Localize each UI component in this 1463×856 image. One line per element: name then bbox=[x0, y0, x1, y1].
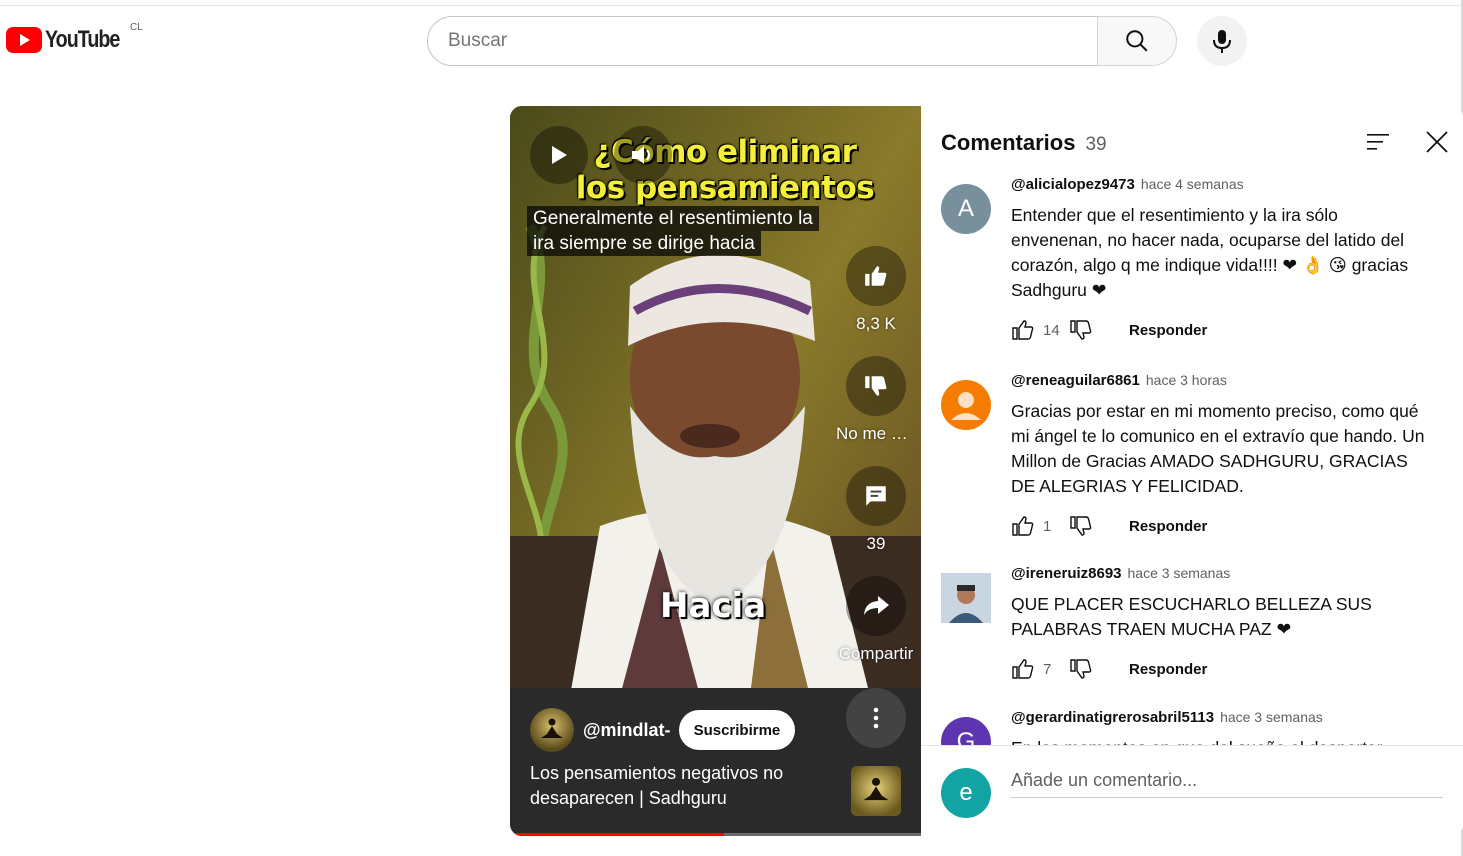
comment-icon bbox=[866, 486, 886, 506]
caption-line-1: Generalmente el resentimiento la bbox=[527, 206, 819, 231]
comment-like-count: 1 bbox=[1043, 517, 1052, 535]
comment-text: Entender que el resentimiento y la ira s… bbox=[1011, 205, 1409, 300]
avatar-letter: G bbox=[956, 728, 976, 746]
more-options-button[interactable] bbox=[846, 688, 906, 748]
search-button[interactable] bbox=[1097, 16, 1177, 66]
comment-count: 39 bbox=[866, 534, 886, 553]
comment-time[interactable]: hace 3 horas bbox=[1146, 372, 1227, 388]
video-title-line-2: desaparecen | Sadhguru bbox=[530, 788, 727, 808]
thumbs-down-outline-icon[interactable] bbox=[1069, 657, 1093, 681]
thumbs-up-outline-icon[interactable] bbox=[1011, 657, 1035, 681]
captions: Generalmente el resentimiento la ira sie… bbox=[527, 206, 847, 256]
like-count: 8,3 K bbox=[856, 314, 896, 333]
commenter-avatar[interactable]: G bbox=[941, 717, 991, 746]
close-icon bbox=[1426, 131, 1448, 153]
default-user-icon bbox=[951, 392, 981, 420]
comment-text: Gracias por estar en mi momento preciso,… bbox=[1011, 401, 1425, 496]
share-arrow-icon bbox=[864, 596, 889, 615]
video-title[interactable]: Los pensamientos negativos no desaparece… bbox=[530, 761, 820, 811]
youtube-play-logo-icon bbox=[6, 27, 42, 53]
volume-button[interactable] bbox=[614, 126, 672, 184]
comment-author[interactable]: @gerardinatigrerosabril5113 bbox=[1011, 709, 1214, 726]
comments-title: Comentarios bbox=[941, 130, 1076, 155]
share-label: Compartir bbox=[838, 644, 914, 663]
country-code: CL bbox=[130, 22, 143, 33]
meditation-figure-icon bbox=[863, 777, 889, 801]
youtube-logo[interactable]: YouTube CL bbox=[6, 22, 143, 54]
comment-like-count: 7 bbox=[1043, 660, 1052, 678]
progress-bar[interactable] bbox=[510, 833, 921, 836]
channel-handle[interactable]: @mindlat- bbox=[583, 720, 671, 741]
like-action: 8,3 K bbox=[836, 246, 916, 334]
meditation-figure-icon bbox=[541, 718, 563, 738]
play-icon bbox=[552, 146, 567, 164]
share-action: Compartir bbox=[836, 576, 916, 664]
reply-button[interactable]: Responder bbox=[1129, 518, 1207, 535]
sort-button[interactable] bbox=[1365, 130, 1391, 159]
commenter-avatar[interactable] bbox=[941, 573, 991, 623]
thumbs-up-outline-icon[interactable] bbox=[1011, 318, 1035, 342]
comment-like-count: 14 bbox=[1043, 321, 1060, 339]
video-text-overlay: Hacia bbox=[660, 586, 767, 626]
avatar-letter: A bbox=[957, 195, 974, 222]
microphone-icon bbox=[1213, 30, 1231, 53]
search-bar: Buscar bbox=[427, 16, 1177, 66]
reply-button[interactable]: Responder bbox=[1129, 661, 1207, 678]
comment-author[interactable]: @alicialopez9473 bbox=[1011, 176, 1135, 193]
comments-button[interactable] bbox=[846, 466, 906, 526]
comment-author[interactable]: @ireneruiz8693 bbox=[1011, 565, 1122, 582]
thumbs-down-icon bbox=[865, 376, 887, 396]
thumbs-down-outline-icon[interactable] bbox=[1069, 318, 1093, 342]
comments-header: Comentarios 39 bbox=[941, 130, 1107, 156]
channel-row: @mindlat- Suscribirme bbox=[530, 708, 796, 752]
shorts-video-player[interactable]: ¿Cómo eliminar los pensamientos Generalm… bbox=[510, 106, 921, 836]
dislike-button[interactable] bbox=[846, 356, 906, 416]
dislike-action: No me gusta bbox=[836, 356, 916, 444]
comment-time[interactable]: hace 3 semanas bbox=[1128, 565, 1231, 581]
caption-line-2: ira siempre se dirige hacia bbox=[527, 231, 761, 256]
search-input[interactable]: Buscar bbox=[427, 16, 1097, 66]
overlay-title: ¿Cómo eliminar los pensamientos bbox=[575, 134, 875, 206]
add-comment-input[interactable]: Añade un comentario... bbox=[1011, 766, 1443, 798]
logo-text: YouTube bbox=[45, 26, 120, 53]
my-avatar[interactable]: e bbox=[941, 768, 991, 818]
voice-search-button[interactable] bbox=[1197, 16, 1247, 66]
play-button[interactable] bbox=[530, 126, 588, 184]
like-button[interactable] bbox=[846, 246, 906, 306]
comments-count: 39 bbox=[1085, 134, 1107, 155]
search-icon bbox=[1126, 30, 1148, 52]
sort-icon bbox=[1367, 134, 1389, 150]
user-photo-icon bbox=[941, 573, 991, 623]
comment-text: QUE PLACER ESCUCHARLO BELLEZA SUS PALABR… bbox=[1011, 594, 1372, 639]
commenter-avatar[interactable] bbox=[941, 380, 991, 430]
audio-thumbnail[interactable] bbox=[851, 766, 901, 816]
thumbs-down-outline-icon[interactable] bbox=[1069, 514, 1093, 538]
top-edge bbox=[0, 0, 1463, 6]
channel-avatar[interactable] bbox=[530, 708, 574, 752]
thumbs-up-outline-icon[interactable] bbox=[1011, 514, 1035, 538]
share-button[interactable] bbox=[846, 576, 906, 636]
video-title-line-1: Los pensamientos negativos no bbox=[530, 763, 784, 783]
volume-icon bbox=[632, 146, 650, 164]
commenter-avatar[interactable]: A bbox=[941, 184, 991, 234]
more-vertical-icon bbox=[873, 707, 879, 729]
dislike-label: No me gusta bbox=[836, 424, 916, 443]
progress-fill bbox=[510, 833, 724, 836]
reply-button[interactable]: Responder bbox=[1129, 322, 1207, 339]
comments-action: 39 bbox=[836, 466, 916, 554]
thumbs-up-icon bbox=[865, 266, 887, 286]
add-comment-area: e Añade un comentario... bbox=[921, 745, 1463, 836]
subscribe-button[interactable]: Suscribirme bbox=[678, 710, 796, 750]
comments-list[interactable]: A @alicialopez9473 hace 4 semanas Entende… bbox=[921, 166, 1463, 746]
comment-time[interactable]: hace 4 semanas bbox=[1141, 176, 1244, 192]
comment-time[interactable]: hace 3 semanas bbox=[1220, 709, 1323, 725]
close-comments-button[interactable] bbox=[1425, 130, 1449, 159]
comment-author[interactable]: @reneaguilar6861 bbox=[1011, 372, 1140, 389]
comments-panel: Comentarios 39 A @alicialopez9473 hace 4 … bbox=[921, 106, 1463, 836]
